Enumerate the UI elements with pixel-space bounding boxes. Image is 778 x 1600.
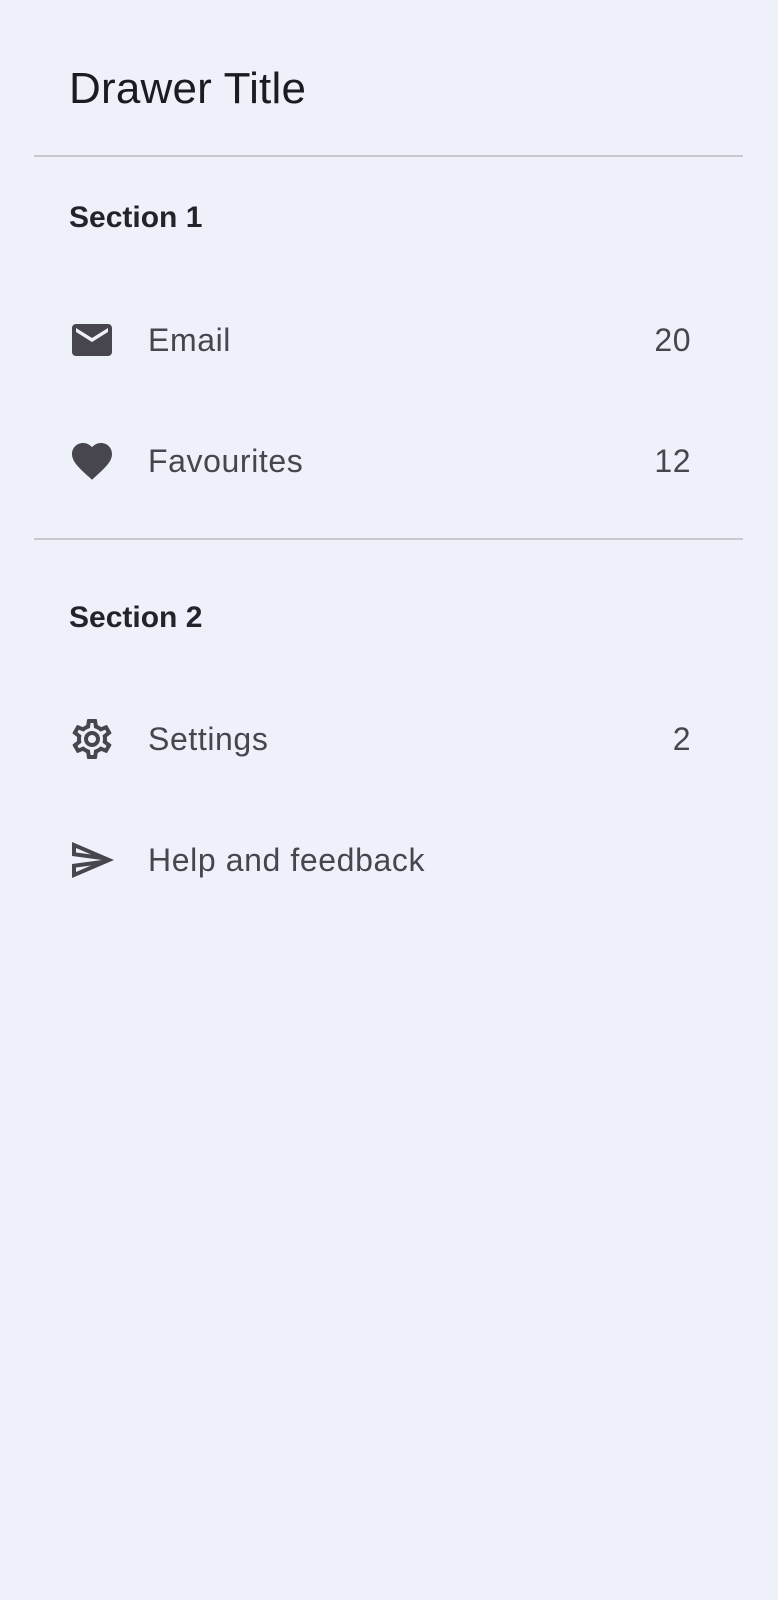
item-count-badge: 2 [672, 721, 691, 757]
divider [34, 538, 743, 540]
drawer-item-email[interactable]: Email 20 [34, 285, 743, 395]
section-header: Section 2 [69, 601, 203, 634]
drawer-item-label: Favourites [148, 443, 304, 479]
send-icon [68, 836, 116, 884]
item-count-badge: 20 [654, 322, 691, 358]
divider [34, 155, 743, 157]
navigation-drawer: Drawer Title Section 1 Email 20 Favourit… [0, 0, 778, 1600]
heart-icon [68, 437, 116, 485]
drawer-item-help-and-feedback[interactable]: Help and feedback [34, 805, 743, 915]
drawer-item-label: Settings [148, 721, 269, 757]
gear-icon [68, 715, 116, 763]
drawer-item-settings[interactable]: Settings 2 [34, 684, 743, 794]
mail-icon [68, 316, 116, 364]
drawer-item-label: Email [148, 322, 232, 358]
item-count-badge: 12 [654, 443, 691, 479]
drawer-item-favourites[interactable]: Favourites 12 [34, 406, 743, 516]
drawer-item-label: Help and feedback [148, 842, 426, 878]
section-header: Section 1 [69, 201, 203, 234]
drawer-title: Drawer Title [69, 64, 307, 113]
